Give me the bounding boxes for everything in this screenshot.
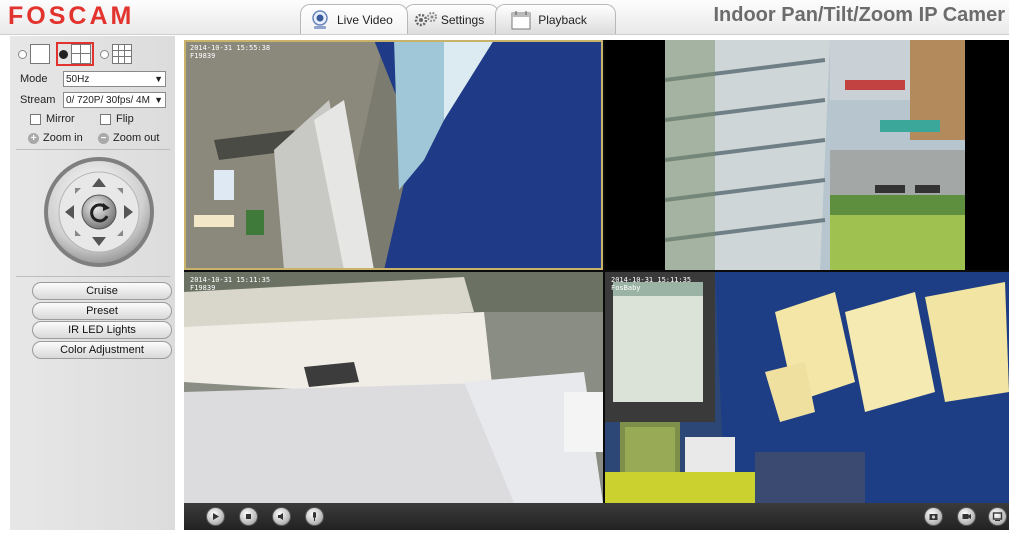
- play-button[interactable]: [206, 507, 225, 526]
- flip-option[interactable]: Flip: [100, 113, 134, 125]
- layout-single-radio[interactable]: [18, 49, 27, 59]
- talk-button[interactable]: [305, 507, 324, 526]
- layout-single-option[interactable]: [16, 42, 52, 66]
- fullscreen-button[interactable]: [988, 507, 1007, 526]
- audio-icon: [278, 513, 283, 520]
- tab-playback-label: Playback: [538, 12, 587, 27]
- video-channel-2[interactable]: [605, 40, 1009, 270]
- video-feed-image: [184, 40, 603, 270]
- divider: [16, 149, 170, 150]
- talk-icon: [313, 512, 316, 521]
- stop-icon: [246, 514, 251, 519]
- layout-nine-radio[interactable]: [100, 49, 109, 59]
- osd-timestamp: 2014-10-31 15:11:35: [611, 276, 692, 284]
- fullscreen-icon: [992, 512, 1003, 521]
- camera-icon: [309, 9, 331, 30]
- tab-live-video-label: Live Video: [337, 12, 393, 27]
- top-header: FOSCAM Live Video Settings Playback Indo…: [0, 0, 1009, 35]
- layout-selector: [16, 42, 138, 66]
- gears-icon: [413, 10, 437, 30]
- video-feed-image: [605, 272, 1009, 503]
- osd-overlay: 2014-10-31 15:55:38 F19839: [190, 44, 270, 60]
- camera-model-title: Indoor Pan/Tilt/Zoom IP Camer: [713, 4, 1005, 26]
- mirror-label: Mirror: [46, 113, 75, 125]
- tab-live-video[interactable]: Live Video: [300, 4, 408, 34]
- osd-camera-name: FosBaby: [611, 284, 641, 292]
- chevron-down-icon: ▼: [154, 95, 163, 105]
- video-toolbar: [184, 503, 1009, 530]
- nine-grid-icon: [112, 44, 132, 64]
- osd-overlay: 2014-10-31 15:11:35 FosBaby: [611, 276, 691, 292]
- ptz-center-reset-icon[interactable]: [81, 194, 117, 230]
- osd-overlay: 2014-10-31 15:11:35 F19839: [190, 276, 270, 292]
- zoom-out-label: Zoom out: [113, 132, 160, 144]
- quad-grid-icon: [71, 44, 91, 64]
- mirror-checkbox[interactable]: [30, 113, 41, 125]
- ptz-control-wheel[interactable]: [43, 156, 155, 268]
- foscam-logo: FOSCAM: [8, 2, 135, 30]
- flip-label: Flip: [116, 113, 134, 125]
- video-feed-image: [605, 40, 1009, 270]
- layout-quad-radio[interactable]: [59, 49, 68, 59]
- main-tabs: Live Video Settings Playback: [300, 4, 616, 34]
- osd-timestamp: 2014-10-31 15:11:35: [190, 276, 271, 284]
- video-channel-4[interactable]: 2014-10-31 15:11:35 FosBaby: [605, 272, 1009, 503]
- snapshot-icon: [929, 514, 938, 520]
- video-channel-1[interactable]: 2014-10-31 15:55:38 F19839: [184, 40, 603, 270]
- zoom-in-button[interactable]: + Zoom in: [28, 132, 83, 144]
- stream-row: Stream 0/ 720P/ 30fps/ 4M ▼: [20, 92, 166, 108]
- mode-select[interactable]: 50Hz ▼: [63, 71, 166, 87]
- stream-value: 0/ 720P/ 30fps/ 4M: [66, 94, 150, 106]
- zoom-in-label: Zoom in: [43, 132, 83, 144]
- tab-playback[interactable]: Playback: [495, 4, 616, 34]
- layout-quad-option[interactable]: [56, 42, 94, 66]
- tab-settings-label: Settings: [440, 12, 485, 27]
- zoom-out-button[interactable]: − Zoom out: [98, 132, 159, 144]
- single-grid-icon: [30, 44, 50, 64]
- color-adjustment-button[interactable]: Color Adjustment: [32, 341, 172, 359]
- layout-nine-option[interactable]: [98, 42, 134, 66]
- divider: [16, 276, 170, 277]
- record-button[interactable]: [957, 507, 976, 526]
- minus-icon: −: [98, 132, 109, 144]
- flip-checkbox[interactable]: [100, 113, 111, 125]
- calendar-icon: [510, 10, 532, 30]
- record-icon: [962, 514, 971, 519]
- tab-settings[interactable]: Settings: [403, 4, 500, 34]
- plus-icon: +: [28, 132, 39, 144]
- video-channel-3[interactable]: 2014-10-31 15:11:35 F19839: [184, 272, 603, 503]
- mode-row: Mode 50Hz ▼: [20, 71, 166, 87]
- video-feed-image: [184, 272, 603, 503]
- osd-camera-name: F19839: [190, 284, 216, 292]
- control-panel: Mode 50Hz ▼ Stream 0/ 720P/ 30fps/ 4M ▼ …: [10, 36, 175, 530]
- mode-value: 50Hz: [66, 73, 90, 85]
- stream-select[interactable]: 0/ 720P/ 30fps/ 4M ▼: [63, 92, 166, 108]
- osd-camera-name: F19839: [190, 52, 216, 60]
- osd-timestamp: 2014-10-31 15:55:38: [190, 44, 271, 52]
- mirror-option[interactable]: Mirror: [30, 113, 75, 125]
- stream-label: Stream: [20, 94, 56, 106]
- chevron-down-icon: ▼: [154, 74, 163, 84]
- ir-led-lights-button[interactable]: IR LED Lights: [32, 321, 172, 339]
- cruise-button[interactable]: Cruise: [32, 282, 172, 300]
- video-grid: 2014-10-31 15:55:38 F19839 2014-10-31 15…: [184, 40, 1009, 503]
- snapshot-button[interactable]: [924, 507, 943, 526]
- stop-button[interactable]: [239, 507, 258, 526]
- mode-label: Mode: [20, 73, 48, 85]
- play-icon: [213, 513, 219, 520]
- audio-button[interactable]: [272, 507, 291, 526]
- preset-button[interactable]: Preset: [32, 302, 172, 320]
